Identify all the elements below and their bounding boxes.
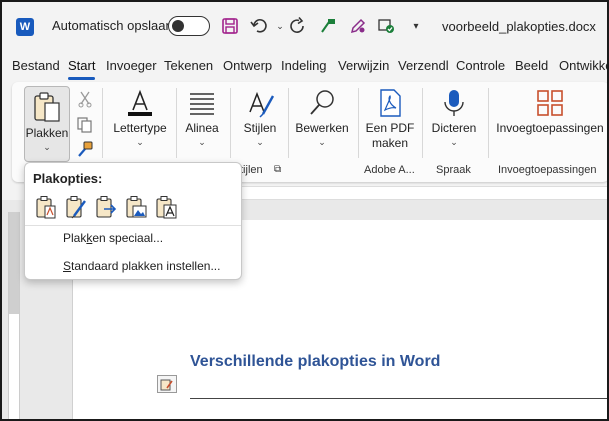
keep-source-formatting-icon[interactable] bbox=[31, 193, 61, 221]
paste-special-text-b: en speciaal... bbox=[92, 231, 164, 245]
paste-options-icon bbox=[160, 379, 173, 391]
tab-bestand[interactable]: Bestand bbox=[12, 54, 60, 80]
paragraph-group-label: Alinea bbox=[185, 121, 219, 135]
word-app-icon: W bbox=[16, 18, 34, 36]
chevron-down-icon: ⌄ bbox=[198, 137, 206, 147]
set-default-paste-item[interactable]: Standaard plakken instellen... bbox=[63, 259, 220, 273]
save-icon[interactable] bbox=[220, 16, 240, 36]
group-separator bbox=[230, 88, 231, 158]
tab-verzendlijsten[interactable]: Verzendl bbox=[398, 54, 449, 80]
undo-icon[interactable] bbox=[250, 16, 270, 36]
paste-picture-icon[interactable] bbox=[121, 193, 151, 221]
tab-invoegen[interactable]: Invoeger bbox=[106, 54, 157, 80]
chevron-down-icon: ⌄ bbox=[318, 137, 326, 147]
tab-verwijzingen[interactable]: Verwijzin bbox=[338, 54, 389, 80]
chevron-down-icon: ⌄ bbox=[43, 142, 51, 152]
tab-indeling[interactable]: Indeling bbox=[281, 54, 327, 80]
editing-group-button[interactable]: Bewerken ⌄ bbox=[292, 88, 352, 147]
add-ins-button[interactable]: Invoegtoepassingen bbox=[494, 88, 606, 136]
set-default-paste-accel: S bbox=[63, 259, 72, 273]
paste-button[interactable]: Plakken ⌄ bbox=[24, 86, 70, 162]
redo-icon[interactable] bbox=[288, 16, 308, 36]
copy-icon bbox=[77, 117, 92, 133]
search-icon bbox=[310, 90, 334, 115]
document-heading[interactable]: Verschillende plakopties in Word bbox=[190, 353, 440, 371]
paste-options-marker[interactable] bbox=[157, 375, 177, 393]
group-separator bbox=[102, 88, 103, 158]
group-separator bbox=[288, 88, 289, 158]
paste-special-text-a: Plak bbox=[63, 231, 87, 245]
copy-button[interactable] bbox=[76, 116, 94, 134]
group-separator bbox=[176, 88, 177, 158]
word-window: W Automatisch opslaan ⌄ ▾ voorbeeld_plak… bbox=[0, 0, 609, 421]
chevron-down-icon: ⌄ bbox=[256, 137, 264, 147]
dictate-button[interactable]: Dicteren ⌄ bbox=[426, 88, 482, 147]
dictate-label: Dicteren bbox=[431, 121, 477, 135]
clipboard-icon bbox=[34, 92, 60, 122]
title-bar: W Automatisch opslaan ⌄ ▾ voorbeeld_plak… bbox=[2, 2, 607, 50]
create-pdf-button[interactable]: Een PDF maken bbox=[362, 88, 418, 151]
paragraph-group-button[interactable]: Alinea ⌄ bbox=[182, 88, 222, 147]
dialog-launcher-icon[interactable]: ⧉ bbox=[274, 164, 281, 175]
cut-button[interactable] bbox=[76, 90, 94, 108]
toggle-knob bbox=[172, 20, 184, 32]
autosave-toggle[interactable] bbox=[168, 16, 210, 36]
speech-group-caption: Spraak bbox=[436, 164, 471, 176]
font-color-icon bbox=[128, 89, 152, 116]
add-ins-group-caption: Invoegtoepassingen bbox=[498, 164, 597, 176]
undo-dropdown-icon[interactable]: ⌄ bbox=[270, 16, 290, 36]
paste-options-row bbox=[31, 193, 181, 221]
vertical-ruler[interactable] bbox=[8, 212, 20, 419]
format-painter-button[interactable] bbox=[76, 140, 94, 158]
add-ins-grid-icon bbox=[537, 90, 563, 116]
keep-text-only-icon[interactable] bbox=[151, 193, 181, 221]
merge-formatting-icon[interactable] bbox=[61, 193, 91, 221]
font-group-label: Lettertype bbox=[113, 121, 167, 135]
styles-icon bbox=[249, 91, 275, 118]
editing-group-label: Bewerken bbox=[295, 121, 349, 135]
paste-button-label: Plakken bbox=[25, 126, 69, 140]
adobe-group-caption: Adobe A... bbox=[364, 164, 415, 176]
paste-special-item[interactable]: Plakken speciaal... bbox=[63, 231, 163, 245]
ruler-margin bbox=[9, 212, 19, 314]
set-default-paste-text: tandaard plakken instellen... bbox=[71, 259, 221, 273]
format-painter-qat-icon[interactable] bbox=[318, 16, 338, 36]
paste-options-dropdown: Plakopties: Plakken speciaal... Standaar… bbox=[24, 162, 242, 280]
ribbon-tabs: Bestand Start Invoeger Tekenen Ontwerp I… bbox=[2, 54, 607, 80]
heading-underline bbox=[190, 398, 607, 399]
edit-pen-icon[interactable] bbox=[348, 16, 368, 36]
styles-group-button[interactable]: Stijlen ⌄ bbox=[238, 88, 282, 147]
chevron-down-icon: ⌄ bbox=[450, 137, 458, 147]
styles-group-caption: tijlen bbox=[240, 164, 263, 176]
group-separator bbox=[358, 88, 359, 158]
chevron-down-icon: ⌄ bbox=[136, 137, 144, 147]
scissors-icon bbox=[78, 91, 92, 108]
create-pdf-label-line1: Een PDF bbox=[365, 121, 415, 135]
tab-ontwerp[interactable]: Ontwerp bbox=[223, 54, 272, 80]
styles-group-label: Stijlen bbox=[243, 121, 277, 135]
group-separator bbox=[488, 88, 489, 158]
create-pdf-label-line2: maken bbox=[371, 136, 409, 150]
group-separator bbox=[422, 88, 423, 158]
tab-tekenen[interactable]: Tekenen bbox=[164, 54, 213, 80]
customize-qat-icon[interactable]: ▾ bbox=[406, 16, 426, 36]
align-lines-icon bbox=[190, 93, 214, 115]
autosave-label: Automatisch opslaan bbox=[52, 18, 173, 33]
tab-beeld[interactable]: Beeld bbox=[515, 54, 548, 80]
document-title: voorbeeld_plakopties.docx bbox=[442, 19, 596, 34]
microphone-icon bbox=[444, 90, 464, 116]
add-ins-label: Invoegtoepassingen bbox=[496, 121, 604, 135]
paste-link-icon[interactable] bbox=[91, 193, 121, 221]
font-group-button[interactable]: Lettertype ⌄ bbox=[110, 88, 170, 147]
tab-start[interactable]: Start bbox=[68, 54, 96, 80]
brush-icon bbox=[78, 141, 93, 157]
tab-controleren[interactable]: Controle bbox=[456, 54, 505, 80]
spelling-check-icon[interactable] bbox=[376, 16, 396, 36]
paste-options-title: Plakopties: bbox=[33, 171, 103, 186]
dropdown-separator bbox=[25, 225, 241, 226]
adobe-pdf-icon bbox=[380, 89, 401, 117]
tab-ontwikkelaars[interactable]: Ontwikke bbox=[559, 54, 607, 80]
